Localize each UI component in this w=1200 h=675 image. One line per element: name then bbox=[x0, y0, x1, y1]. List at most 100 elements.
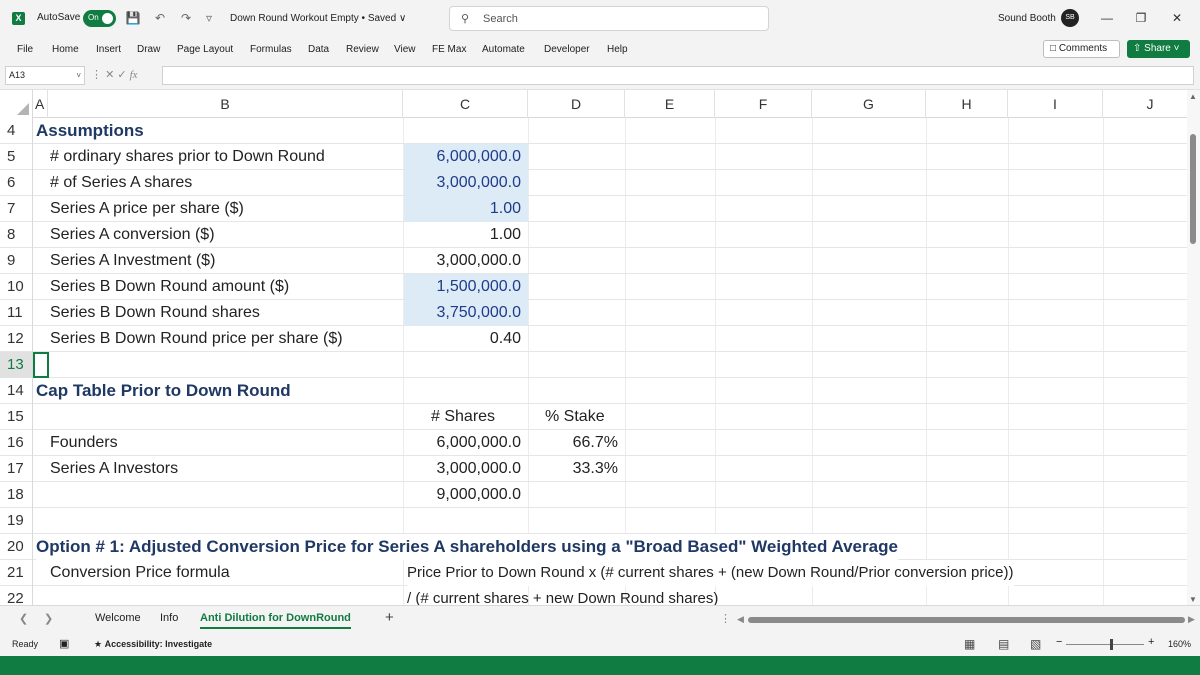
value-cell[interactable]: 6,000,000.0 bbox=[404, 430, 528, 456]
row-number[interactable]: 22 bbox=[0, 586, 33, 605]
tab-home[interactable]: Home bbox=[52, 44, 79, 55]
cell-label[interactable]: Series A Investment ($) bbox=[50, 248, 215, 274]
tab-file[interactable]: File bbox=[17, 44, 33, 55]
formula-text[interactable]: Price Prior to Down Round x (# current s… bbox=[407, 560, 1014, 586]
column-header-i[interactable]: I bbox=[1008, 90, 1103, 118]
tab-formulas[interactable]: Formulas bbox=[250, 44, 292, 55]
save-icon[interactable]: 💾 bbox=[125, 10, 141, 26]
column-header-h[interactable]: H bbox=[926, 90, 1008, 118]
page-break-view-icon[interactable]: ▧ bbox=[1030, 637, 1041, 651]
row-number[interactable]: 19 bbox=[0, 508, 33, 534]
sheet-tab-info[interactable]: Info bbox=[160, 612, 178, 624]
cell-label[interactable]: Series B Down Round shares bbox=[50, 300, 260, 326]
zoom-slider[interactable] bbox=[1066, 644, 1144, 645]
redo-icon[interactable]: ↷ bbox=[178, 10, 194, 26]
input-cell[interactable]: 1,500,000.0 bbox=[404, 274, 528, 300]
document-title[interactable]: Down Round Workout Empty • Saved ∨ bbox=[230, 13, 406, 24]
cell-label[interactable]: Series B Down Round price per share ($) bbox=[50, 326, 343, 352]
row-number[interactable]: 21 bbox=[0, 560, 33, 586]
more-icon[interactable]: ⋮ bbox=[720, 612, 731, 625]
tab-review[interactable]: Review bbox=[346, 44, 379, 55]
zoom-level[interactable]: 160% bbox=[1168, 639, 1191, 649]
column-header-c[interactable]: C bbox=[403, 90, 528, 118]
column-header-f[interactable]: F bbox=[715, 90, 812, 118]
formula-text[interactable]: / (# current shares + new Down Round sha… bbox=[407, 586, 718, 605]
select-all-corner[interactable] bbox=[0, 90, 33, 118]
row-number[interactable]: 11 bbox=[0, 300, 33, 326]
column-label-stake[interactable]: % Stake bbox=[545, 404, 605, 430]
section-title-assumptions[interactable]: Assumptions bbox=[36, 118, 144, 144]
sheet-tab-welcome[interactable]: Welcome bbox=[95, 612, 141, 624]
normal-view-icon[interactable]: ▦ bbox=[964, 637, 975, 651]
cell-label[interactable]: # of Series A shares bbox=[50, 170, 192, 196]
undo-icon[interactable]: ↶ bbox=[152, 10, 168, 26]
zoom-slider-handle[interactable] bbox=[1110, 639, 1113, 650]
column-header-a[interactable]: A bbox=[33, 90, 48, 118]
column-header-e[interactable]: E bbox=[625, 90, 715, 118]
next-sheet-icon[interactable]: ❯ bbox=[44, 612, 53, 625]
row-number[interactable]: 14 bbox=[0, 378, 33, 404]
cell-label[interactable]: Founders bbox=[50, 430, 118, 456]
section-title-option-1[interactable]: Option # 1: Adjusted Conversion Price fo… bbox=[36, 534, 898, 560]
tab-insert[interactable]: Insert bbox=[96, 44, 121, 55]
value-cell[interactable]: 0.40 bbox=[404, 326, 528, 352]
value-cell[interactable]: 3,000,000.0 bbox=[404, 248, 528, 274]
value-cell[interactable]: 66.7% bbox=[529, 430, 625, 456]
value-cell[interactable]: 9,000,000.0 bbox=[404, 482, 528, 508]
cell-label[interactable]: Series A Investors bbox=[50, 456, 178, 482]
row-number[interactable]: 16 bbox=[0, 430, 33, 456]
column-header-g[interactable]: G bbox=[812, 90, 926, 118]
scroll-down-icon[interactable]: ▼ bbox=[1189, 595, 1197, 604]
value-cell[interactable]: 1.00 bbox=[404, 222, 528, 248]
input-cell[interactable]: 1.00 bbox=[404, 196, 528, 222]
scroll-right-icon[interactable]: ▶ bbox=[1188, 614, 1195, 625]
row-number[interactable]: 8 bbox=[0, 222, 33, 248]
scroll-up-icon[interactable]: ▲ bbox=[1189, 92, 1197, 101]
vertical-scrollbar[interactable]: ▲ ▼ bbox=[1187, 90, 1200, 605]
column-label-shares[interactable]: # Shares bbox=[431, 404, 495, 430]
user-name[interactable]: Sound Booth bbox=[998, 13, 1056, 24]
share-button[interactable]: ⇧ Share ˅ bbox=[1127, 40, 1190, 58]
zoom-out-icon[interactable]: − bbox=[1056, 636, 1062, 648]
sheet-tab-anti-dilution[interactable]: Anti Dilution for DownRound bbox=[200, 612, 351, 629]
row-number[interactable]: 17 bbox=[0, 456, 33, 482]
row-number[interactable]: 6 bbox=[0, 170, 33, 196]
value-cell[interactable]: 33.3% bbox=[529, 456, 625, 482]
scroll-thumb[interactable] bbox=[1190, 134, 1196, 244]
input-cell[interactable]: 3,750,000.0 bbox=[404, 300, 528, 326]
restore-icon[interactable]: ❐ bbox=[1131, 9, 1151, 27]
minimize-icon[interactable]: — bbox=[1097, 9, 1117, 27]
tab-draw[interactable]: Draw bbox=[137, 44, 160, 55]
spreadsheet-grid[interactable]: A B C D E F G H I J 4 Assumptions 5 # or… bbox=[0, 90, 1200, 605]
cell-label[interactable]: Series B Down Round amount ($) bbox=[50, 274, 289, 300]
add-sheet-icon[interactable]: + bbox=[385, 609, 394, 626]
page-layout-view-icon[interactable]: ▤ bbox=[998, 637, 1009, 651]
zoom-in-icon[interactable]: + bbox=[1148, 636, 1154, 648]
autosave-toggle[interactable]: On bbox=[83, 10, 116, 27]
cell-label[interactable]: Series A price per share ($) bbox=[50, 196, 244, 222]
macro-record-icon[interactable]: ▣ bbox=[59, 637, 69, 650]
row-number[interactable]: 13 bbox=[0, 352, 33, 378]
cell-label[interactable]: Conversion Price formula bbox=[50, 560, 230, 586]
prev-sheet-icon[interactable]: ❮ bbox=[19, 612, 28, 625]
input-cell[interactable]: 6,000,000.0 bbox=[404, 144, 528, 170]
enter-icon[interactable]: ✓ bbox=[117, 69, 126, 81]
row-number[interactable]: 15 bbox=[0, 404, 33, 430]
row-number[interactable]: 20 bbox=[0, 534, 33, 560]
row-number[interactable]: 10 bbox=[0, 274, 33, 300]
selected-cell-a13[interactable] bbox=[33, 352, 49, 378]
row-number[interactable]: 12 bbox=[0, 326, 33, 352]
scroll-left-icon[interactable]: ◀ bbox=[737, 614, 744, 625]
name-box[interactable]: A13 ˅ bbox=[5, 66, 85, 85]
chevron-down-icon[interactable]: ˅ bbox=[76, 67, 81, 84]
tab-page-layout[interactable]: Page Layout bbox=[177, 44, 233, 55]
column-header-b[interactable]: B bbox=[48, 90, 403, 118]
avatar[interactable]: SB bbox=[1061, 9, 1079, 27]
row-number[interactable]: 7 bbox=[0, 196, 33, 222]
cancel-icon[interactable]: ✕ bbox=[105, 69, 114, 81]
comments-button[interactable]: □ Comments bbox=[1043, 40, 1120, 58]
row-number[interactable]: 5 bbox=[0, 144, 33, 170]
cell-label[interactable]: # ordinary shares prior to Down Round bbox=[50, 144, 325, 170]
search-input[interactable]: ⚲ Search bbox=[449, 6, 769, 31]
section-title-cap-table[interactable]: Cap Table Prior to Down Round bbox=[36, 378, 291, 404]
